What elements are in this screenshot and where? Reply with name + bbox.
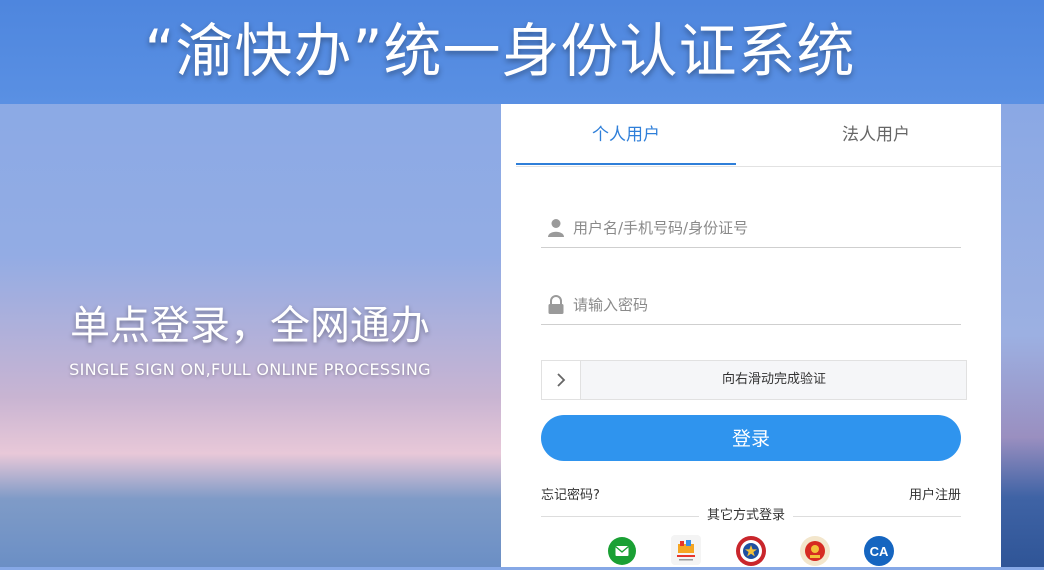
chevron-right-icon — [557, 373, 566, 387]
password-input[interactable] — [571, 290, 955, 320]
slogan-english: SINGLE SIGN ON,FULL ONLINE PROCESSING — [69, 360, 431, 379]
ca-icon[interactable]: CA — [864, 536, 894, 566]
message-icon[interactable] — [608, 537, 636, 565]
user-type-tabs: 个人用户 法人用户 — [516, 104, 1001, 167]
slider-handle[interactable] — [542, 361, 581, 399]
police-badge-icon[interactable] — [736, 536, 766, 566]
slider-hint: 向右滑动完成验证 — [721, 372, 826, 387]
tab-personal-user[interactable]: 个人用户 — [516, 104, 736, 166]
ca-icon-label: CA — [870, 544, 889, 559]
username-input[interactable] — [571, 213, 955, 243]
login-panel: 个人用户 法人用户 向右滑动完成验证 登录 忘记密码? — [501, 104, 1001, 567]
national-emblem-icon[interactable] — [800, 536, 830, 566]
forgot-password-link[interactable]: 忘记密码? — [541, 487, 600, 505]
gov-app-icon[interactable] — [671, 535, 701, 565]
header-banner: “渝快办”统一身份认证系统 — [0, 0, 1044, 104]
lock-icon — [547, 295, 565, 315]
slogan-chinese: 单点登录，全网通办 — [70, 303, 430, 349]
other-login-label: 其它方式登录 — [699, 507, 794, 525]
tab-legal-user[interactable]: 法人用户 — [766, 104, 986, 166]
page-title: “渝快办”统一身份认证系统 — [144, 17, 856, 85]
other-login-methods: CA — [501, 534, 1001, 567]
password-field — [541, 284, 961, 325]
background-strip — [1001, 104, 1044, 567]
register-link[interactable]: 用户注册 — [909, 487, 961, 505]
username-field — [541, 207, 961, 248]
active-tab-indicator — [516, 163, 736, 165]
slide-verification: 向右滑动完成验证 — [541, 360, 967, 400]
user-icon — [547, 218, 565, 238]
login-button[interactable]: 登录 — [541, 415, 961, 461]
